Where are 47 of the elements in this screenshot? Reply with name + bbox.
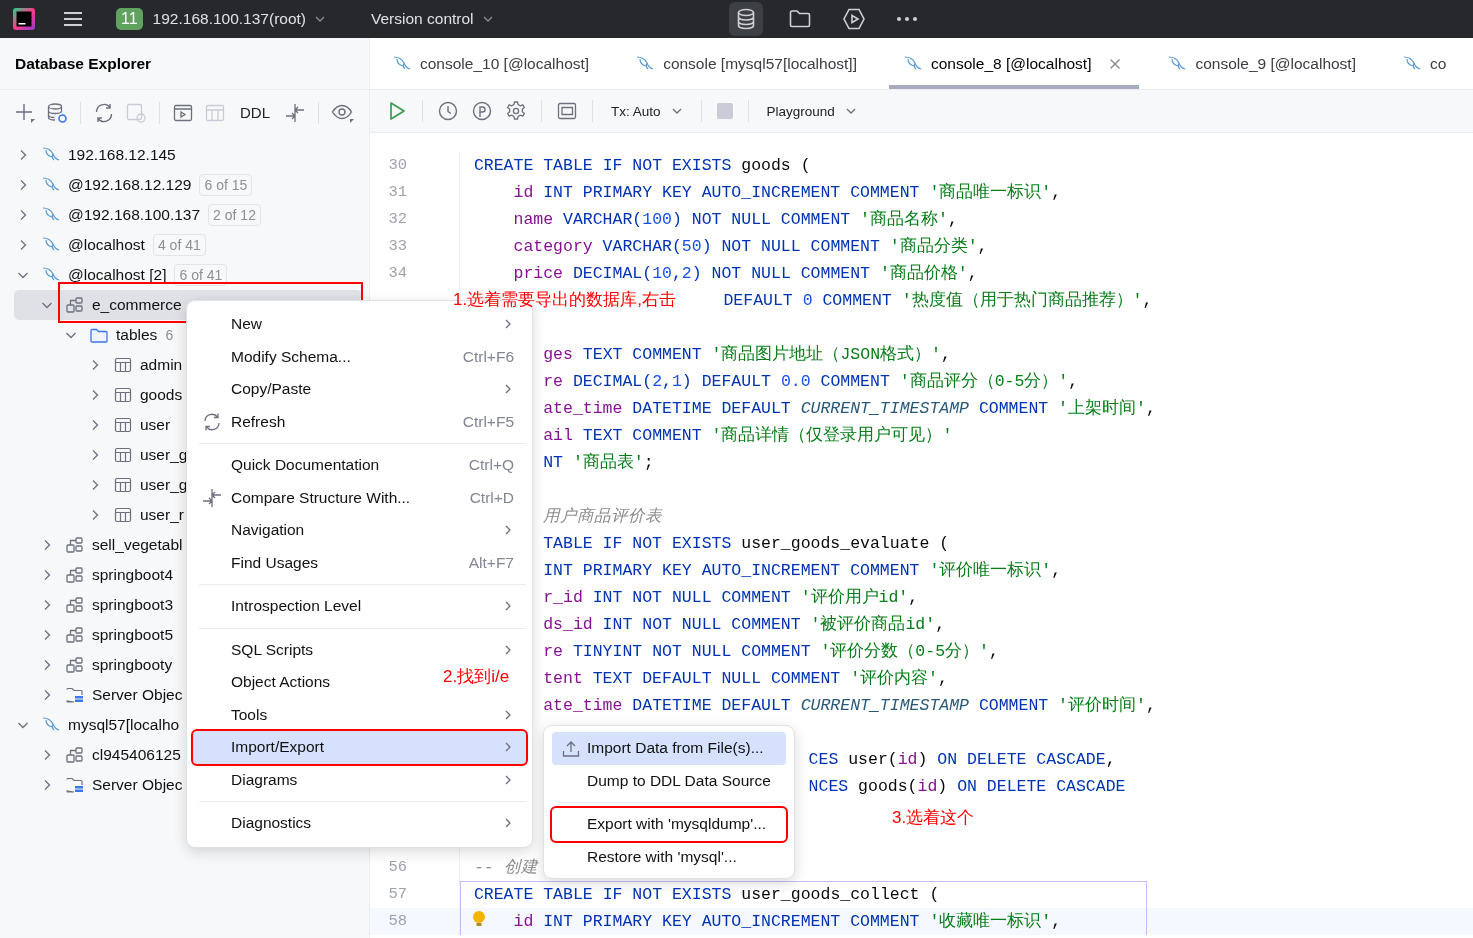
code-line: id INT PRIMARY KEY AUTO_INCREMENT COMMENT '收藏唯一标识', bbox=[513, 912, 1062, 931]
project-badge: 11 bbox=[116, 8, 143, 30]
code-line: CREATE TABLE IF NOT EXISTS goods ( bbox=[473, 156, 811, 175]
line-number: 32 bbox=[388, 210, 407, 228]
code-line: category VARCHAR(50) NOT NULL COMMENT '商品分类', bbox=[513, 237, 988, 256]
code-line: CES user(id) ON DELETE CASCADE, bbox=[808, 750, 1116, 769]
line-number: 34 bbox=[388, 264, 407, 282]
annotation-text: 1.选着需要导出的数据库,右击 bbox=[453, 289, 676, 311]
code-line: re DECIMAL(2,1) DEFAULT 0.0 COMMENT '商品评分（0-5分）', bbox=[543, 372, 1079, 391]
code-line: ges TEXT COMMENT '商品图片地址（JSON格式）', bbox=[543, 345, 951, 364]
panel-title: Database Explorer bbox=[15, 54, 152, 73]
shortcut-label: Ctrl+Q bbox=[468, 456, 514, 475]
code-line: CREATE TABLE IF NOT EXISTS user_goods_collect ( bbox=[473, 885, 940, 904]
code-line: DEFAULT 0 COMMENT '热度值（用于热门商品推荐）', bbox=[723, 291, 1153, 310]
annotation-text: 2.找到i/e bbox=[443, 666, 510, 688]
shortcut-label: Alt+F7 bbox=[468, 553, 514, 572]
annotation-text: 3.选着这个 bbox=[892, 807, 975, 829]
code-line: r_id INT NOT NULL COMMENT '评价用户id', bbox=[543, 588, 919, 607]
line-number: 56 bbox=[388, 858, 407, 876]
count-badge: 2 of 12 bbox=[208, 204, 261, 226]
code-line: 用户商品评价表 bbox=[543, 507, 663, 526]
shortcut-label: Ctrl+D bbox=[469, 488, 514, 507]
shortcut-label: Ctrl+F6 bbox=[462, 347, 514, 366]
code-line: re TINYINT NOT NULL COMMENT '评价分数（0-5分）', bbox=[543, 642, 999, 661]
line-number: 57 bbox=[388, 885, 407, 903]
count-badge: 6 of 41 bbox=[174, 264, 228, 286]
code-line: ail TEXT COMMENT '商品详情（仅登录用户可见）' bbox=[543, 426, 953, 445]
code-line: id INT PRIMARY KEY AUTO_INCREMENT COMMENT '商品唯一标识', bbox=[513, 183, 1062, 202]
code-line: TABLE IF NOT EXISTS user_goods_evaluate ( bbox=[543, 534, 950, 553]
code-line: ds_id INT NOT NULL COMMENT '被评价商品id', bbox=[543, 615, 946, 634]
code-line: ate_time DATETIME DEFAULT CURRENT_TIMESTAMP COMMENT '评价时间', bbox=[543, 696, 1156, 715]
count-badge: 4 of 41 bbox=[152, 234, 206, 256]
code-line: INT PRIMARY KEY AUTO_INCREMENT COMMENT '评价唯一标识', bbox=[543, 561, 1062, 580]
line-number: 58 bbox=[388, 912, 407, 930]
code-line: ate_time DATETIME DEFAULT CURRENT_TIMESTAMP COMMENT '上架时间', bbox=[543, 399, 1156, 418]
code-line: -- 创建 bbox=[473, 858, 538, 877]
code-line: name VARCHAR(100) NOT NULL COMMENT '商品名称', bbox=[513, 210, 958, 229]
item-count: 6 bbox=[165, 327, 174, 343]
line-number: 30 bbox=[388, 156, 407, 174]
code-line: NT '商品表'; bbox=[543, 453, 654, 472]
line-number: 33 bbox=[388, 237, 407, 255]
line-number: 31 bbox=[388, 183, 407, 201]
code-line: price DECIMAL(10,2) NOT NULL COMMENT '商品价格', bbox=[513, 264, 978, 283]
shortcut-label: Ctrl+F5 bbox=[462, 412, 514, 431]
count-badge: 6 of 15 bbox=[199, 174, 253, 196]
code-line: NCES goods(id) ON DELETE CASCADE bbox=[808, 777, 1126, 796]
code-line: tent TEXT DEFAULT NULL COMMENT '评价内容', bbox=[543, 669, 948, 688]
